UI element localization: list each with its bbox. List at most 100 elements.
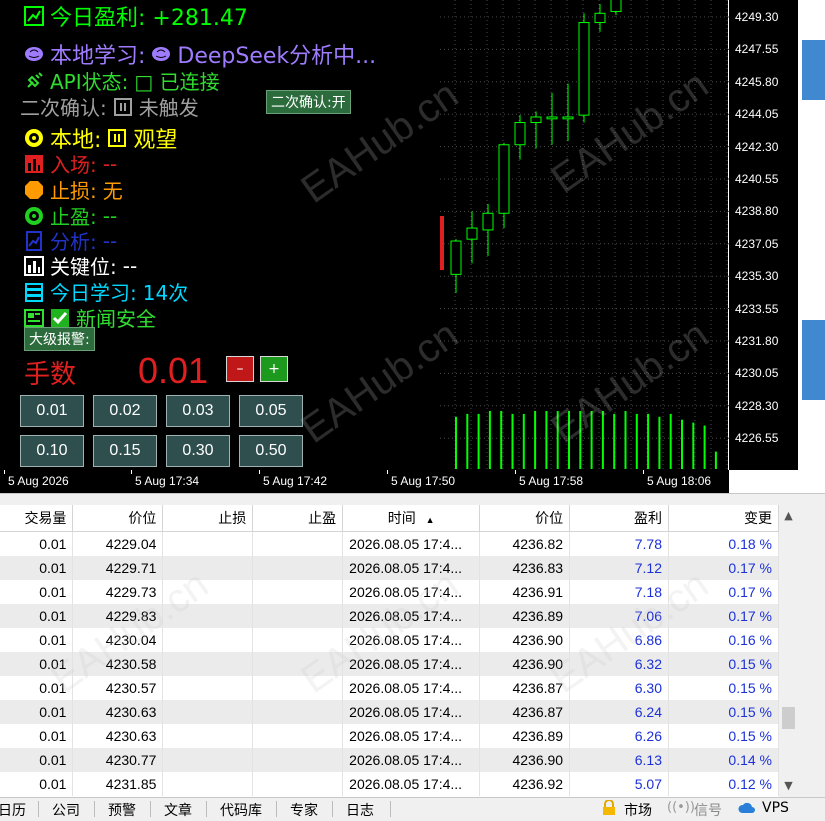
cell-current-price: 4236.90: [479, 628, 571, 652]
tab-alerts[interactable]: 预警: [108, 800, 136, 820]
lots-plus-button[interactable]: +: [260, 356, 288, 382]
candle-body[interactable]: [578, 22, 590, 116]
tab-experts[interactable]: 专家: [290, 800, 318, 820]
second-confirm-toggle-button[interactable]: 二次确认:开: [266, 90, 351, 114]
table-row[interactable]: 0.01 4230.63 2026.08.05 17:4... 4236.89 6.26…: [0, 724, 779, 748]
scroll-up-icon[interactable]: ▲: [779, 507, 798, 525]
cell-takeprofit: [252, 676, 344, 700]
tab-codebase[interactable]: 代码库: [220, 800, 262, 820]
lot-button-0.03[interactable]: 0.03: [166, 395, 230, 427]
api-status-value: □ 已连接: [134, 70, 220, 94]
column-header-change[interactable]: 变更: [668, 505, 779, 532]
trade-positions-table[interactable]: 交易量 价位 止损 止盈 时间 ▲ 价位 盈利 变更 0.01 4229.04 20…: [0, 505, 779, 797]
table-row[interactable]: 0.01 4230.77 2026.08.05 17:4... 4236.90 6.13…: [0, 748, 779, 772]
cell-takeprofit: [252, 652, 344, 676]
stoploss-row: 止损: 无: [24, 175, 123, 204]
ea-info-panel: 今日盈利: +281.47 本地学习: DeepSeek分析中... API状态…: [10, 0, 438, 470]
cell-takeprofit: [252, 556, 344, 580]
cell-time: 2026.08.05 17:4...: [342, 748, 481, 772]
cell-profit: 6.13: [569, 748, 669, 772]
cell-stoploss: [162, 628, 254, 652]
cell-volume: 0.01: [0, 652, 74, 676]
candle-body[interactable]: [594, 12, 606, 24]
time-tick-label: 5 Aug 2026: [8, 474, 69, 488]
table-row[interactable]: 0.01 4230.04 2026.08.05 17:4... 4236.90 6.86…: [0, 628, 779, 652]
cell-profit: 6.30: [569, 676, 669, 700]
table-row[interactable]: 0.01 4229.04 2026.08.05 17:4... 4236.82 7.78…: [0, 531, 779, 556]
column-header-volume[interactable]: 交易量: [0, 505, 74, 532]
tab-calendar[interactable]: 日历: [0, 800, 26, 820]
table-row[interactable]: 0.01 4229.73 2026.08.05 17:4... 4236.91 7.18…: [0, 580, 779, 604]
candle-body[interactable]: [530, 116, 542, 124]
column-header-profit[interactable]: 盈利: [569, 505, 669, 532]
cell-volume: 0.01: [0, 556, 74, 580]
time-axis[interactable]: 5 Aug 2026 5 Aug 17:34 5 Aug 17:42 5 Aug 17…: [0, 470, 729, 493]
table-row[interactable]: 0.01 4229.71 2026.08.05 17:4... 4236.83 7.12…: [0, 556, 779, 580]
cell-time: 2026.08.05 17:4...: [342, 772, 481, 796]
candle-body[interactable]: [450, 240, 462, 275]
column-header-stoploss[interactable]: 止损: [162, 505, 254, 532]
lot-button-0.02[interactable]: 0.02: [93, 395, 157, 427]
cell-time: 2026.08.05 17:4...: [342, 652, 481, 676]
table-row[interactable]: 0.01 4230.57 2026.08.05 17:4... 4236.87 6.30…: [0, 676, 779, 700]
table-row[interactable]: 0.01 4230.58 2026.08.05 17:4... 4236.90 6.32…: [0, 652, 779, 676]
column-header-open-price[interactable]: 价位: [72, 505, 164, 532]
table-vertical-scrollbar[interactable]: ▲ ▼: [779, 505, 798, 797]
entry-value: --: [102, 151, 118, 176]
cell-open-price: 4231.85: [72, 772, 164, 796]
candle-body[interactable]: [498, 144, 510, 214]
lot-button-0.50[interactable]: 0.50: [239, 435, 303, 467]
tab-articles[interactable]: 文章: [164, 800, 192, 820]
candle-body[interactable]: [514, 122, 526, 146]
column-header-current-price[interactable]: 价位: [479, 505, 571, 532]
signals-tab[interactable]: 信号: [694, 800, 722, 820]
lot-button-0.05[interactable]: 0.05: [239, 395, 303, 427]
entry-row: 入场: --: [24, 149, 117, 178]
price-tick-label: 4230.05: [735, 366, 779, 381]
cell-stoploss: [162, 556, 254, 580]
cell-current-price: 4236.90: [479, 652, 571, 676]
analysis-value: --: [102, 228, 118, 253]
scrollbar-thumb[interactable]: [782, 707, 795, 729]
cell-stoploss: [162, 748, 254, 772]
tab-company[interactable]: 公司: [52, 800, 80, 820]
cell-change: 0.12 %: [668, 772, 779, 796]
candle-body[interactable]: [546, 116, 558, 120]
time-tick-label: 5 Aug 17:34: [135, 474, 200, 488]
candle-body[interactable]: [482, 212, 494, 231]
price-scale[interactable]: 4249.30 4247.55 4245.80 4244.05 4242.30 4240.…: [729, 0, 798, 470]
lot-button-0.15[interactable]: 0.15: [93, 435, 157, 467]
market-tab[interactable]: 市场: [624, 800, 652, 820]
lots-minus-button[interactable]: –: [226, 356, 254, 382]
table-row[interactable]: 0.01 4231.85 2026.08.05 17:4... 4236.92 5.07…: [0, 772, 779, 796]
candle-body[interactable]: [562, 116, 574, 120]
cell-time: 2026.08.05 17:4...: [342, 604, 481, 628]
lot-button-0.10[interactable]: 0.10: [20, 435, 84, 467]
cell-open-price: 4230.04: [72, 628, 164, 652]
table-row[interactable]: 0.01 4229.83 2026.08.05 17:4... 4236.89 7.06…: [0, 604, 779, 628]
keylevel-value: --: [122, 253, 138, 278]
vps-tab[interactable]: VPS: [762, 800, 789, 816]
lot-button-0.01[interactable]: 0.01: [20, 395, 84, 427]
cell-time: 2026.08.05 17:4...: [342, 676, 481, 700]
column-header-time[interactable]: 时间 ▲: [342, 505, 481, 532]
big-alert-button[interactable]: 大级报警:: [24, 327, 95, 351]
lot-button-0.30[interactable]: 0.30: [166, 435, 230, 467]
candle-body[interactable]: [466, 227, 478, 240]
price-tick-label: 4237.05: [735, 236, 779, 251]
position-marker: [440, 216, 444, 270]
books-icon: [24, 282, 44, 302]
cell-current-price: 4236.91: [479, 580, 571, 604]
cell-stoploss: [162, 772, 254, 796]
cell-takeprofit: [252, 724, 344, 748]
cell-volume: 0.01: [0, 604, 74, 628]
candle-body[interactable]: [610, 0, 622, 12]
scroll-down-icon[interactable]: ▼: [779, 777, 798, 795]
document-chart-icon: [24, 230, 44, 251]
table-row[interactable]: 0.01 4230.63 2026.08.05 17:4... 4236.87 6.24…: [0, 700, 779, 724]
api-status-row: API状态: □ 已连接: [24, 66, 220, 95]
cell-takeprofit: [252, 772, 344, 796]
time-tick-mark: [4, 470, 5, 474]
tab-journal[interactable]: 日志: [346, 800, 374, 820]
column-header-takeprofit[interactable]: 止盈: [252, 505, 344, 532]
